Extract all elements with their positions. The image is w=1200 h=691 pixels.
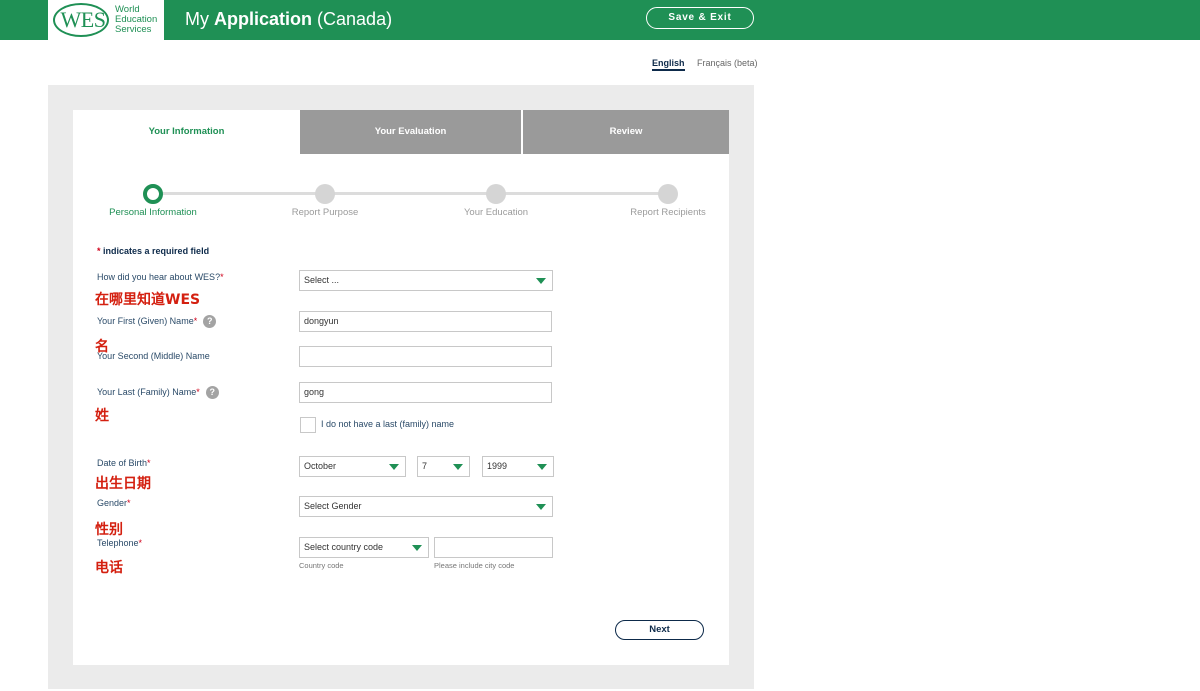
step-dot-your-education — [486, 184, 506, 204]
required-note-text: indicates a required field — [103, 246, 210, 256]
telephone-label-text: Telephone — [97, 538, 139, 548]
progress-track — [153, 192, 668, 195]
title-bold: Application — [214, 9, 313, 29]
annotation-hear-about: 在哪里知道WES — [95, 292, 201, 308]
top-bar: WES World Education Services My Applicat… — [0, 0, 1200, 40]
gender-label-text: Gender — [97, 498, 128, 508]
dob-day-select[interactable]: 7 — [417, 456, 470, 477]
chevron-down-icon — [412, 545, 422, 551]
step-dot-personal-information — [143, 184, 163, 204]
step-label-report-recipients: Report Recipients — [630, 207, 706, 218]
country-code-value: Select country code — [304, 542, 384, 552]
chevron-down-icon — [453, 464, 463, 470]
chevron-down-icon — [389, 464, 399, 470]
no-last-name-label[interactable]: I do not have a last (family) name — [321, 419, 454, 429]
step-label-report-purpose: Report Purpose — [291, 207, 359, 218]
step-dot-report-recipients — [658, 184, 678, 204]
annotation-gender: 性别 — [95, 522, 123, 538]
required-star: * — [97, 246, 101, 256]
language-english-link[interactable]: English — [652, 58, 685, 71]
language-french-link[interactable]: Français (beta) — [697, 58, 758, 68]
step-dot-report-purpose — [315, 184, 335, 204]
wes-logo[interactable]: WES World Education Services — [48, 0, 164, 40]
gender-label: Gender* — [97, 498, 131, 508]
application-title: My Application (Canada) — [185, 8, 392, 30]
annotation-dob: 出生日期 — [95, 476, 151, 492]
annotation-last-name: 姓 — [95, 408, 109, 424]
middle-name-label: Your Second (Middle) Name — [97, 351, 210, 361]
logo-mark: WES — [60, 7, 106, 32]
required-star: * — [193, 315, 198, 326]
required-star: * — [196, 386, 200, 397]
first-name-input[interactable]: dongyun — [299, 311, 552, 332]
next-button[interactable]: Next — [615, 620, 704, 640]
required-star: * — [220, 272, 224, 282]
country-code-select[interactable]: Select country code — [299, 537, 429, 558]
dob-label: Date of Birth* — [97, 458, 151, 468]
save-exit-button[interactable]: Save & Exit — [646, 7, 754, 29]
hear-about-label: How did you hear about WES?* — [97, 272, 224, 282]
hear-about-value: Select ... — [304, 275, 340, 285]
dob-month-value: October — [304, 461, 337, 471]
logo-oval-icon: WES — [53, 3, 109, 37]
chevron-down-icon — [536, 504, 546, 510]
last-name-label: Your Last (Family) Name*? — [97, 386, 219, 399]
dob-label-text: Date of Birth — [97, 458, 148, 468]
tab-review[interactable]: Review — [523, 110, 729, 154]
dob-year-value: 1999 — [487, 461, 508, 471]
step-label-your-education: Your Education — [463, 207, 529, 218]
chevron-down-icon — [537, 464, 547, 470]
dob-year-select[interactable]: 1999 — [482, 456, 554, 477]
title-prefix: My — [185, 9, 209, 29]
tab-your-evaluation[interactable]: Your Evaluation — [300, 110, 521, 154]
first-name-label-text: Your First (Given) Name — [97, 315, 194, 326]
required-star: * — [138, 538, 143, 548]
gender-value: Select Gender — [304, 501, 362, 511]
phone-number-hint: Please include city code — [434, 561, 515, 570]
tab-your-information[interactable]: Your Information — [73, 110, 300, 154]
logo-wordmark: World Education Services — [115, 5, 165, 35]
help-icon[interactable]: ? — [205, 386, 219, 399]
telephone-label: Telephone* — [97, 538, 142, 548]
required-star: * — [127, 498, 131, 508]
no-last-name-checkbox[interactable] — [300, 417, 316, 433]
middle-name-input[interactable] — [299, 346, 552, 367]
country-code-hint: Country code — [299, 561, 344, 570]
gender-select[interactable]: Select Gender — [299, 496, 553, 517]
logo-word: Services — [115, 24, 152, 35]
last-name-input[interactable]: gong — [299, 382, 552, 403]
hear-about-select[interactable]: Select ... — [299, 270, 553, 291]
last-name-label-text: Your Last (Family) Name — [97, 386, 197, 397]
hear-about-label-text: How did you hear about WES? — [97, 272, 221, 282]
step-label-personal-information: Personal Information — [109, 207, 197, 218]
chevron-down-icon — [536, 278, 546, 284]
required-star: * — [147, 458, 151, 468]
title-suffix: (Canada) — [317, 9, 393, 29]
phone-number-input[interactable] — [434, 537, 553, 558]
help-icon[interactable]: ? — [203, 315, 217, 328]
annotation-telephone: 电话 — [95, 560, 123, 576]
dob-day-value: 7 — [422, 461, 428, 471]
dob-month-select[interactable]: October — [299, 456, 406, 477]
first-name-label: Your First (Given) Name*? — [97, 315, 217, 328]
required-field-note: * indicates a required field — [97, 246, 209, 256]
